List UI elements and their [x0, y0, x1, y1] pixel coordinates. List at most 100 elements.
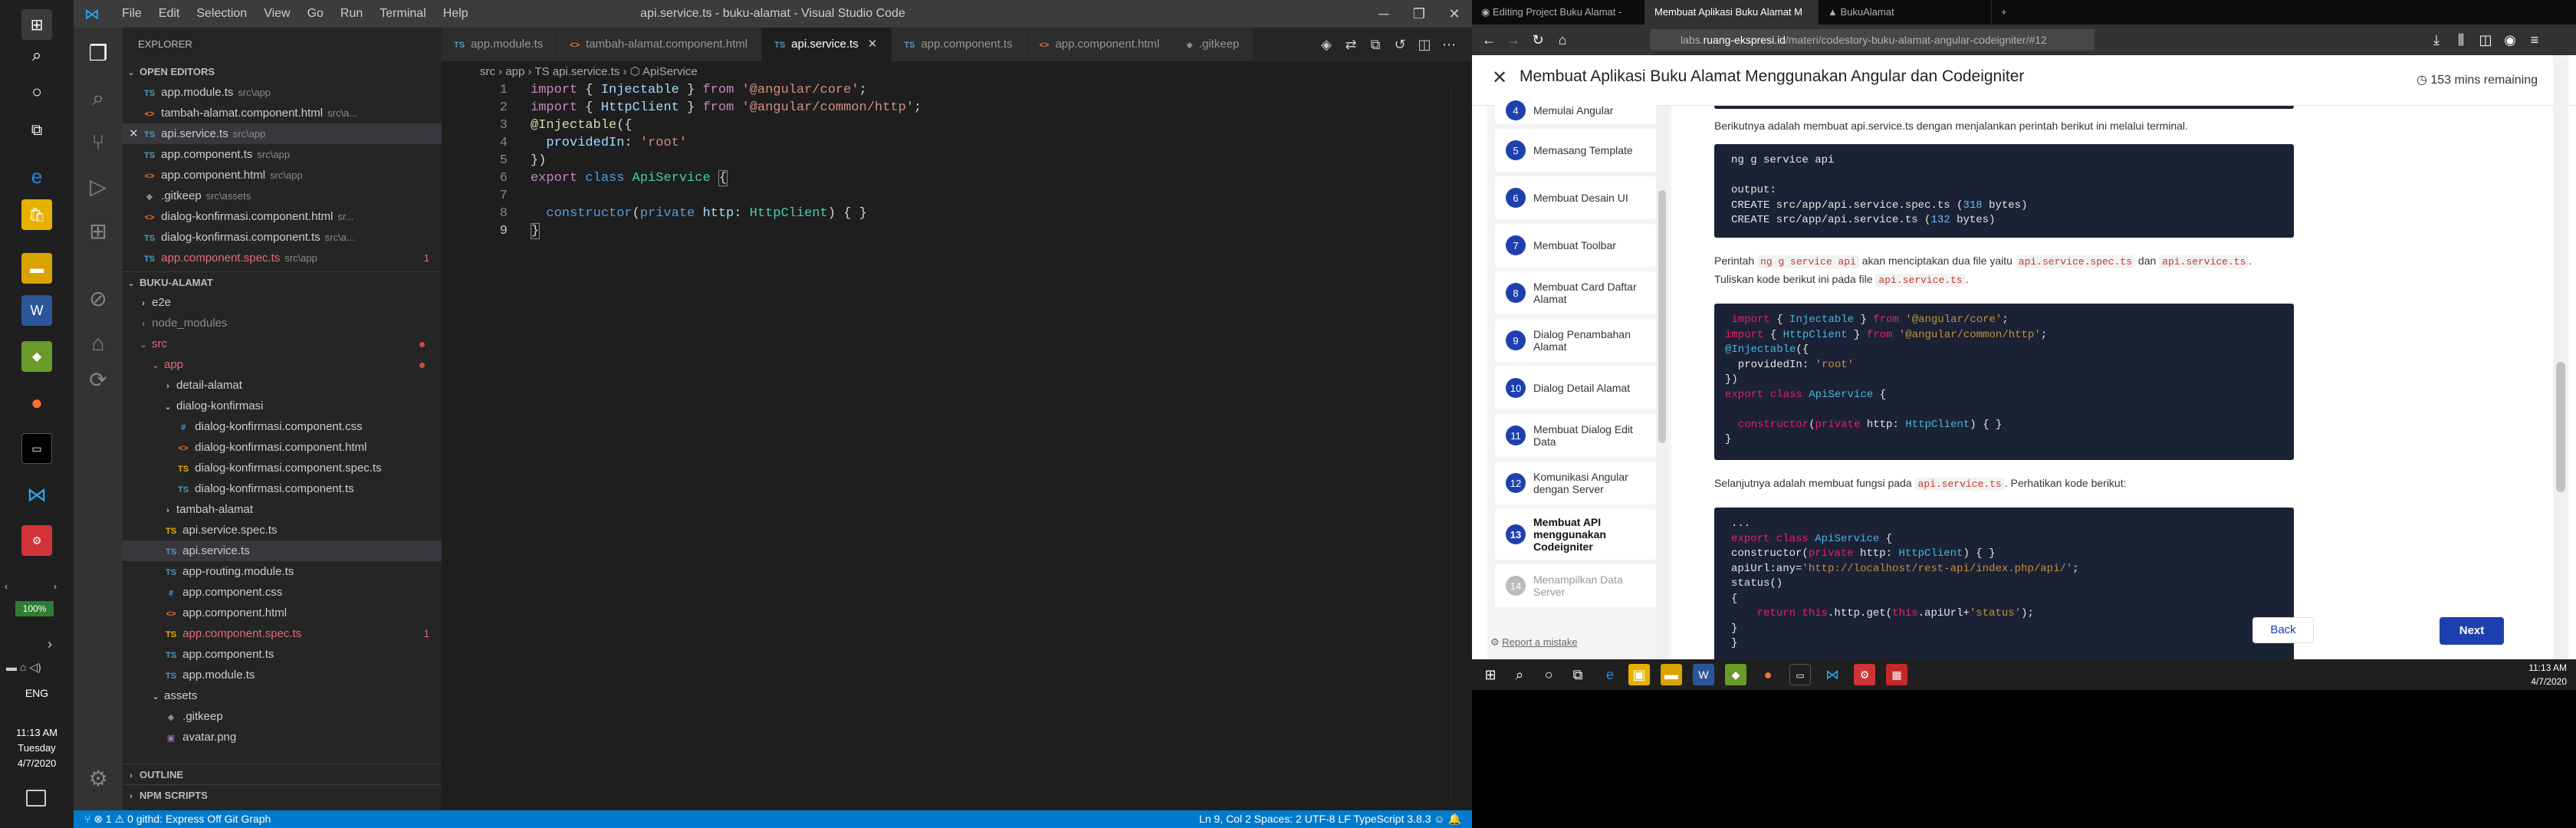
- tree-file[interactable]: TS dialog-konfirmasi.component.ts: [123, 478, 442, 499]
- download-icon[interactable]: ⤓: [2426, 29, 2447, 51]
- git-graph-icon[interactable]: ⊘: [83, 284, 113, 314]
- open-editors-header[interactable]: ⌄ OPEN EDITORS: [123, 61, 442, 82]
- tab-app-component-ts[interactable]: TS app.component.ts: [892, 28, 1027, 61]
- open-editor-item-active[interactable]: ✕ TS api.service.ts src\app: [123, 123, 442, 144]
- open-editor-item[interactable]: TS app.component.ts src\app: [123, 144, 442, 165]
- store-icon[interactable]: ▣: [1628, 664, 1650, 685]
- scroll-arrows[interactable]: ‹ ›: [5, 581, 69, 592]
- step-item-current[interactable]: 13 Membuat API menggunakan Codeigniter: [1495, 509, 1656, 560]
- tree-file[interactable]: <> dialog-konfirmasi.component.html: [123, 437, 442, 458]
- language-indicator[interactable]: ENG: [0, 687, 74, 699]
- browser-tab[interactable]: ▲ BukuAlamat: [1819, 0, 1992, 25]
- word-icon[interactable]: W: [21, 295, 52, 326]
- code-editor[interactable]: 1 2 3 4 5 6 7 8 9 import { Injectable } …: [442, 83, 1472, 810]
- tab-tambah-alamat-html[interactable]: <> tambah-alamat.component.html: [557, 28, 763, 61]
- tab-app-module[interactable]: TS app.module.ts: [442, 28, 558, 61]
- menu-run[interactable]: Run: [332, 7, 371, 21]
- clock[interactable]: 11:13 AM 4/7/2020: [2528, 661, 2567, 688]
- open-editor-item[interactable]: TS app.component.spec.ts src\app 1: [123, 248, 442, 268]
- store-icon[interactable]: 🛍: [21, 199, 52, 230]
- sidebar-icon[interactable]: ◫: [2475, 29, 2496, 51]
- report-mistake-link[interactable]: ⚙ Report a mistake: [1490, 636, 1578, 649]
- close-icon[interactable]: ✕: [1437, 0, 1472, 28]
- more-actions-icon[interactable]: ⋯: [1437, 37, 1461, 53]
- split-editor-icon[interactable]: ◫: [1412, 37, 1437, 53]
- menu-icon[interactable]: ≡: [2524, 29, 2545, 51]
- back-icon[interactable]: ←: [1478, 29, 1500, 51]
- project-header[interactable]: ⌄ BUKU-ALAMAT: [123, 271, 442, 292]
- clock[interactable]: 11:13 AM Tuesday 4/7/2020: [0, 725, 74, 771]
- menu-file[interactable]: File: [113, 7, 150, 21]
- office-icon[interactable]: ▦: [1886, 664, 1907, 685]
- compare-icon[interactable]: ⇄: [1339, 37, 1363, 53]
- firefox-icon[interactable]: ●: [21, 387, 52, 418]
- close-editor-icon[interactable]: ✕: [129, 123, 141, 144]
- task-view-icon[interactable]: ⧉: [1567, 664, 1589, 685]
- open-editor-item[interactable]: ◆ .gitkeep src\assets: [123, 186, 442, 206]
- step-item[interactable]: 11 Membuat Dialog Edit Data: [1495, 414, 1656, 457]
- library-icon[interactable]: ⫼: [2450, 29, 2472, 51]
- open-changes-icon[interactable]: ⧉: [1363, 37, 1388, 53]
- file-explorer-icon[interactable]: ▬: [1661, 664, 1682, 685]
- tree-file[interactable]: ◆ .gitkeep: [123, 706, 442, 727]
- cortana-icon[interactable]: ○: [21, 77, 52, 107]
- tree-folder[interactable]: › tambah-alamat: [123, 499, 442, 520]
- outline-header[interactable]: › OUTLINE: [123, 764, 442, 784]
- tree-file[interactable]: TS dialog-konfirmasi.component.spec.ts: [123, 458, 442, 478]
- tree-folder[interactable]: › e2e: [123, 292, 442, 313]
- tray-icons[interactable]: ▬ ⌂ ◁): [6, 661, 41, 674]
- git-icon[interactable]: ◈: [1314, 37, 1339, 53]
- open-editor-item[interactable]: <> dialog-konfirmasi.component.html sr...: [123, 206, 442, 227]
- step-item[interactable]: 10 Dialog Detail Alamat: [1495, 366, 1656, 409]
- tree-file[interactable]: TS app.component.spec.ts 1: [123, 623, 442, 644]
- new-tab-button[interactable]: +: [1992, 0, 2022, 25]
- npm-scripts-header[interactable]: › NPM SCRIPTS: [123, 784, 442, 805]
- terminal-icon[interactable]: ▭: [21, 433, 52, 464]
- task-view-icon[interactable]: ⧉: [21, 115, 52, 146]
- tree-file[interactable]: <> app.component.html: [123, 603, 442, 623]
- tree-folder[interactable]: ⌄ assets: [123, 685, 442, 706]
- terminal-icon[interactable]: ▭: [1789, 664, 1811, 685]
- step-item[interactable]: 4 Memulai Angular: [1495, 97, 1656, 124]
- explorer-icon[interactable]: ❐: [83, 38, 113, 69]
- menu-help[interactable]: Help: [435, 7, 477, 21]
- extensions-icon[interactable]: ⊞: [83, 216, 113, 247]
- word-icon[interactable]: W: [1693, 664, 1714, 685]
- tab-gitkeep[interactable]: ◆ .gitkeep: [1174, 28, 1254, 61]
- close-tab-icon[interactable]: ✕: [868, 38, 878, 51]
- edge-icon[interactable]: e: [21, 161, 52, 192]
- settings-gear-icon[interactable]: ⚙: [83, 764, 113, 794]
- tree-folder[interactable]: ⌄ app: [123, 354, 442, 375]
- reload-icon[interactable]: ↻: [1527, 29, 1549, 51]
- menu-view[interactable]: View: [255, 7, 298, 21]
- open-editor-item[interactable]: <> tambah-alamat.component.html src\a...: [123, 103, 442, 123]
- sync-icon[interactable]: ⟳: [83, 365, 113, 396]
- tree-file-selected[interactable]: TS api.service.ts: [123, 540, 442, 561]
- page-scrollbar[interactable]: [2553, 55, 2568, 659]
- app-icon[interactable]: ⚙: [21, 525, 52, 556]
- tree-folder[interactable]: › node_modules: [123, 313, 442, 334]
- remote-icon[interactable]: ⌂: [83, 328, 113, 359]
- open-editor-item[interactable]: <> app.component.html src\app: [123, 165, 442, 186]
- search-icon[interactable]: ⌕: [1509, 664, 1530, 685]
- menu-edit[interactable]: Edit: [150, 7, 189, 21]
- tab-api-service[interactable]: TS api.service.ts ✕: [762, 28, 892, 61]
- tab-app-component-html[interactable]: <> app.component.html: [1027, 28, 1175, 61]
- edge-icon[interactable]: e: [1599, 664, 1621, 685]
- open-editor-item[interactable]: TS app.module.ts src\app: [123, 82, 442, 103]
- back-button[interactable]: Back: [2252, 617, 2314, 643]
- tree-folder[interactable]: › detail-alamat: [123, 375, 442, 396]
- tree-file[interactable]: TS app-routing.module.ts: [123, 561, 442, 582]
- step-item[interactable]: 12 Komunikasi Angular dengan Server: [1495, 462, 1656, 504]
- menu-terminal[interactable]: Terminal: [371, 7, 434, 21]
- tree-folder[interactable]: ⌄ dialog-konfirmasi: [123, 396, 442, 416]
- cortana-icon[interactable]: ○: [1538, 664, 1559, 685]
- chevron-icon[interactable]: ›: [48, 636, 52, 652]
- close-icon[interactable]: ✕: [1487, 66, 1512, 90]
- menu-selection[interactable]: Selection: [188, 7, 255, 21]
- tree-file[interactable]: TS app.module.ts: [123, 665, 442, 685]
- step-item[interactable]: 5 Memasang Template: [1495, 129, 1656, 172]
- stack-icon[interactable]: ◆: [1725, 664, 1746, 685]
- tree-file[interactable]: # dialog-konfirmasi.component.css: [123, 416, 442, 437]
- next-button[interactable]: Next: [2440, 617, 2504, 645]
